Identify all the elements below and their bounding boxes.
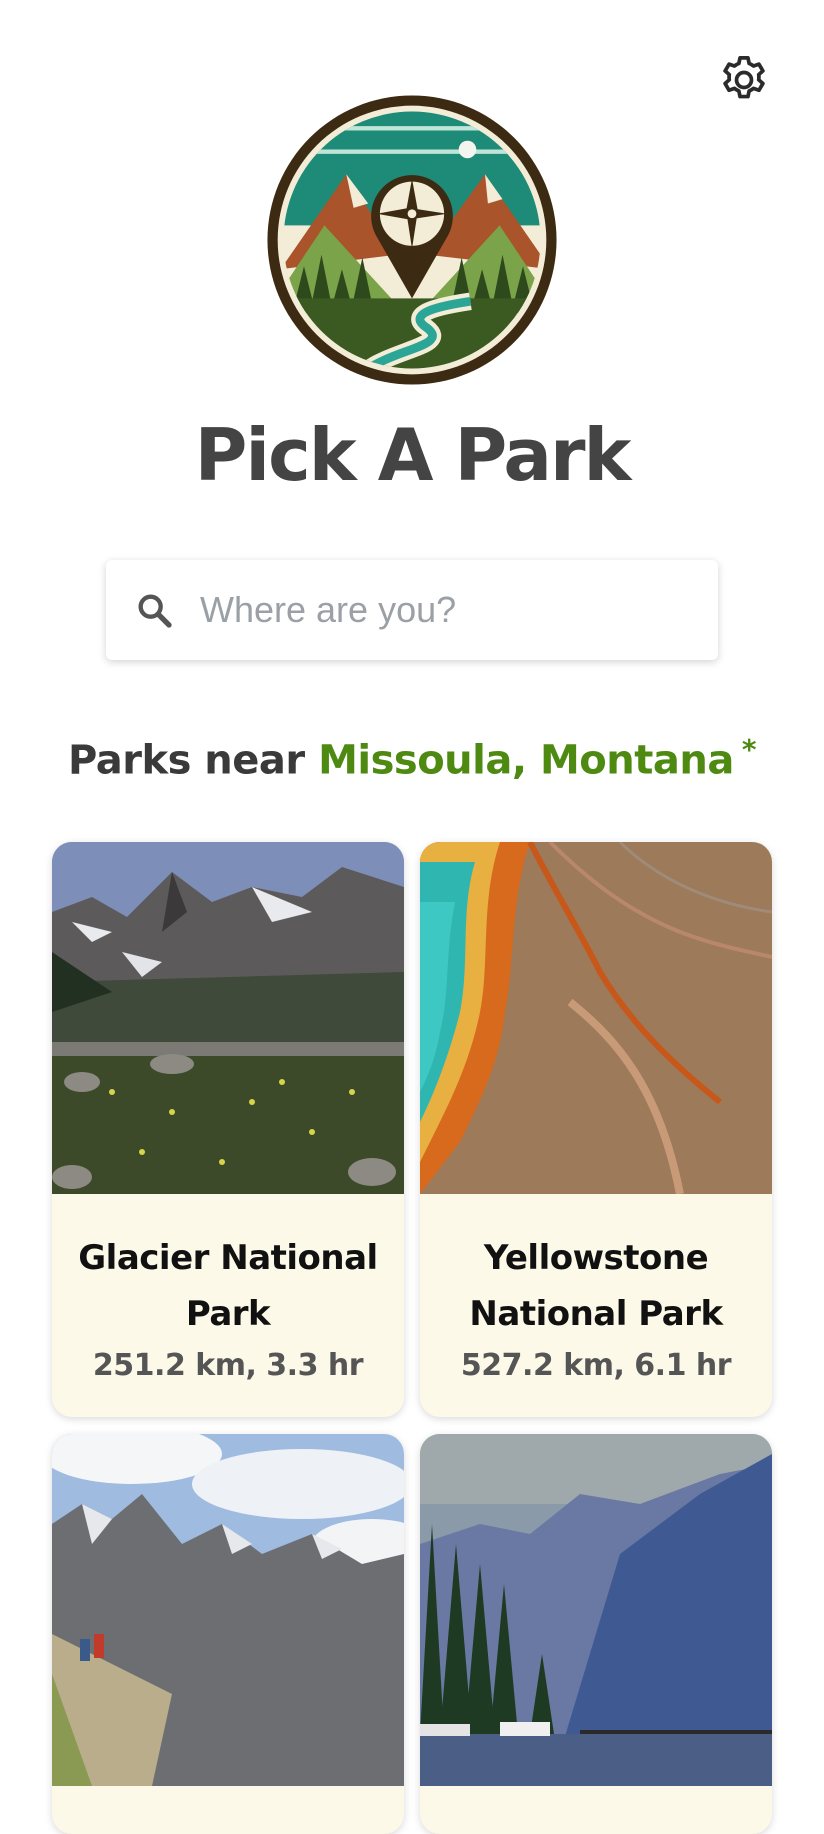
park-distance: 251.2 km, 3.3 hr [92, 1348, 364, 1383]
nearby-location[interactable]: Missoula, Montana [318, 737, 734, 783]
park-name: Yellowstone National Park [469, 1238, 723, 1334]
park-photo [420, 842, 772, 1194]
search-input[interactable] [198, 588, 702, 632]
nearby-prefix: Parks near [68, 737, 305, 784]
park-info: Yellowstone National Park 527.2 km, 6.1 … [420, 1194, 772, 1390]
search-bar[interactable] [106, 560, 718, 660]
park-card-rocky-peaks[interactable] [52, 1434, 404, 1834]
park-compass-logo [267, 95, 557, 385]
park-card-alpine-lake[interactable] [420, 1434, 772, 1834]
gear-icon[interactable] [716, 52, 772, 108]
search-icon [138, 594, 172, 628]
park-photo [52, 1434, 404, 1786]
park-photo [52, 842, 404, 1194]
nearby-heading: Parks near Missoula, Montana * [0, 720, 824, 790]
app-title: Pick A Park [194, 413, 632, 497]
park-name: Glacier National Park [78, 1238, 378, 1334]
park-card-glacier[interactable]: Glacier National Park 251.2 km, 3.3 hr [52, 842, 404, 1417]
park-card-yellowstone[interactable]: Yellowstone National Park 527.2 km, 6.1 … [420, 842, 772, 1417]
park-photo [420, 1434, 772, 1786]
park-info: Glacier National Park 251.2 km, 3.3 hr [52, 1194, 404, 1390]
park-distance: 527.2 km, 6.1 hr [460, 1348, 732, 1383]
nearby-asterisk: * [741, 733, 757, 766]
